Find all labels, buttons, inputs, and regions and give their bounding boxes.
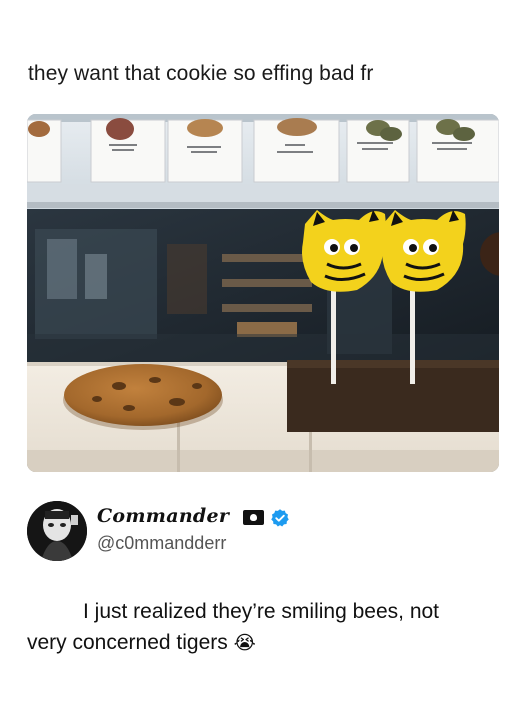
tweet-text-line1: I just realized they’re smiling bees, no… bbox=[83, 600, 440, 623]
pirate-flag-icon bbox=[243, 510, 264, 525]
cookie-bees-photo bbox=[27, 114, 499, 472]
tweet-text-line2: very concerned tigers bbox=[27, 631, 228, 654]
tweet-author[interactable]: Commander @c0mmandderr bbox=[27, 497, 487, 567]
display-name[interactable]: Commander bbox=[97, 505, 229, 527]
tweet-text: I just realized they’re smiling bees, no… bbox=[27, 596, 497, 659]
loudly-crying-face-icon: 😭 bbox=[233, 633, 256, 654]
avatar[interactable] bbox=[27, 501, 87, 561]
post-caption: they want that cookie so effing bad fr bbox=[28, 62, 374, 85]
user-handle[interactable]: @c0mmandderr bbox=[97, 533, 226, 554]
verified-badge-icon bbox=[271, 509, 289, 527]
